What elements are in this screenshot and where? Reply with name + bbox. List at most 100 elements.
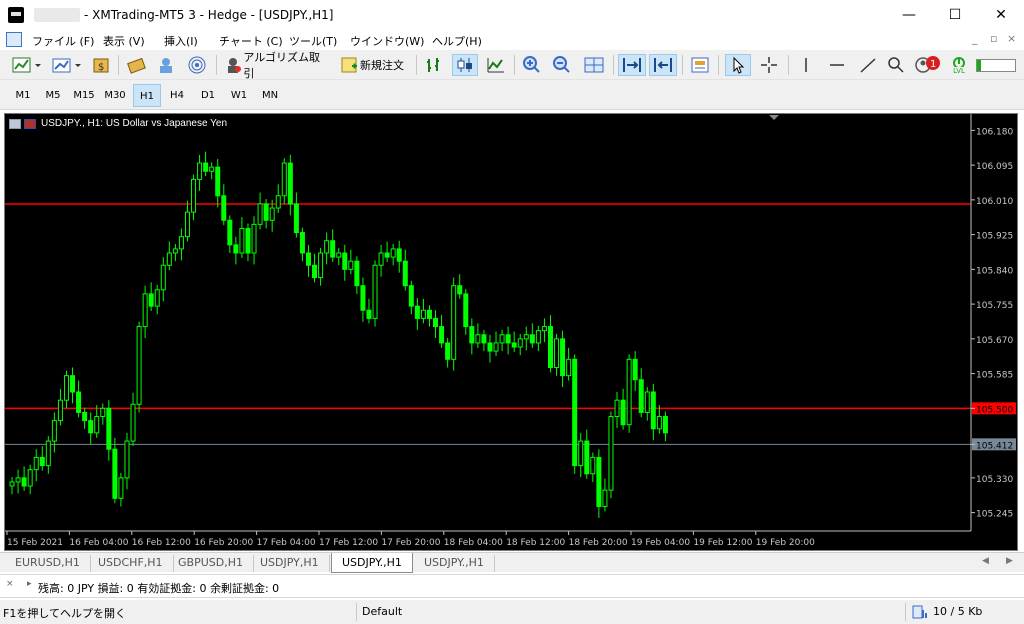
menu-window[interactable]: ウインドウ(W) [350, 33, 424, 49]
candle-body [318, 252, 324, 279]
zoom-out-button[interactable] [550, 54, 574, 76]
flag-icon [24, 118, 36, 129]
tf-d1[interactable]: D1 [194, 84, 222, 107]
tf-h4[interactable]: H4 [163, 84, 191, 107]
market-watch-button[interactable] [125, 54, 149, 76]
notifications-button[interactable]: 1 [912, 54, 942, 76]
tab-usdjpy-dot[interactable]: USDJPY.,H1 [414, 555, 495, 572]
navigator-button[interactable] [155, 54, 179, 76]
status-help-text: F1を押してヘルプを開く [3, 607, 126, 620]
chart-shift-button[interactable] [649, 54, 677, 76]
close-button[interactable]: ✕ [978, 0, 1024, 30]
tile-windows-button[interactable] [581, 54, 607, 76]
bar-chart-button[interactable] [422, 54, 446, 76]
child-minimize-button[interactable]: _ [972, 32, 978, 45]
tab-usdjpy[interactable]: USDJPY,H1 [250, 555, 330, 572]
menu-help[interactable]: ヘルプ(H) [432, 33, 482, 49]
candle-body [620, 399, 626, 426]
price-tick-label: 105.755 [976, 301, 1013, 311]
tab-eurusd[interactable]: EURUSD,H1 [5, 555, 91, 572]
signals-button[interactable] [185, 54, 209, 76]
horizontal-line-tool-button[interactable] [825, 54, 849, 76]
account-summary: 残高: 0 JPY 損益: 0 有効証拠金: 0 余剰証拠金: 0 [38, 582, 280, 595]
tab-gbpusd[interactable]: GBPUSD,H1 [168, 555, 254, 572]
zoom-in-icon [523, 56, 540, 73]
maximize-button[interactable]: ☐ [932, 0, 978, 30]
crosshair-tool-button[interactable] [757, 54, 781, 76]
search-button[interactable] [885, 54, 907, 76]
auto-scroll-icon [623, 58, 641, 72]
signal-level-label: LVL [953, 67, 965, 75]
tf-h1[interactable]: H1 [133, 84, 161, 107]
data-window-button[interactable]: $ [90, 54, 112, 76]
menu-view[interactable]: 表示 (V) [103, 33, 145, 49]
account-number-redacted [34, 8, 80, 22]
menu-tools[interactable]: ツール(T) [289, 33, 337, 49]
candle-body [15, 477, 21, 483]
signal-level-button[interactable]: LVL [946, 54, 972, 76]
candle-body [293, 203, 299, 234]
candlestick-chart-button[interactable] [452, 54, 478, 76]
profiles-button[interactable] [50, 54, 84, 76]
candle-body [70, 375, 76, 393]
tf-m1[interactable]: M1 [9, 84, 37, 107]
chart-window[interactable]: 106.180 106.095 106.010 105.925 105.840 105.7… [4, 113, 1018, 551]
tabs-scroll-right-icon[interactable]: ▶ [1006, 556, 1013, 566]
chart-shift-marker[interactable] [769, 115, 779, 120]
signal-icon [188, 56, 206, 74]
new-order-button[interactable]: 新規注文 [334, 54, 410, 76]
toolbar-separator [118, 55, 119, 75]
cursor-tool-button[interactable] [725, 54, 751, 76]
tf-m15[interactable]: M15 [70, 84, 98, 107]
status-traffic: 10 / 5 Kb [933, 605, 983, 618]
menu-file[interactable]: ファイル (F) [32, 33, 94, 49]
child-restore-button[interactable]: ▫ [990, 32, 997, 45]
candle-body [251, 223, 257, 254]
new-chart-icon [12, 57, 41, 73]
tab-usdchf[interactable]: USDCHF,H1 [88, 555, 174, 572]
candle-body [463, 293, 469, 328]
candle-body [445, 342, 451, 360]
price-tick-label: 105.585 [976, 371, 1013, 381]
child-close-button[interactable]: × [1007, 32, 1016, 45]
candle-body [172, 248, 178, 254]
search-icon [888, 57, 904, 73]
tf-mn[interactable]: MN [256, 84, 284, 107]
menu-chart[interactable]: チャート (C) [219, 33, 283, 49]
status-profile[interactable]: Default [362, 605, 402, 618]
candle-body [33, 456, 39, 471]
candlestick-icon [457, 58, 472, 72]
toolbox-close-icon[interactable]: × [6, 579, 14, 589]
menu-insert[interactable]: 挿入(I) [164, 33, 198, 49]
tf-m5[interactable]: M5 [39, 84, 67, 107]
line-chart-button[interactable] [484, 54, 508, 76]
vertical-line-icon [805, 58, 807, 72]
candle-body [439, 326, 445, 344]
new-chart-button[interactable] [10, 54, 44, 76]
candle-body [535, 330, 541, 344]
tf-m30[interactable]: M30 [101, 84, 129, 107]
expand-arrow-icon[interactable]: ▸ [27, 579, 32, 589]
vertical-line-tool-button[interactable] [795, 54, 817, 76]
candle-body [608, 416, 614, 491]
algo-trading-button[interactable]: アルゴリズム取引 [224, 51, 328, 80]
candle-body [154, 289, 160, 307]
price-tick-label: 106.180 [976, 127, 1013, 137]
zoom-in-button[interactable] [520, 54, 544, 76]
toolbar-separator [682, 55, 683, 75]
price-tick-label: 105.840 [976, 266, 1013, 276]
candle-body [330, 240, 336, 258]
toolbar-separator [788, 55, 789, 75]
tabs-scroll-left-icon[interactable]: ◀ [982, 556, 989, 566]
auto-scroll-button[interactable] [618, 54, 646, 76]
templates-button[interactable] [688, 54, 712, 76]
tab-usdjpy-dot-active[interactable]: USDJPY.,H1 [331, 553, 413, 573]
minimize-button[interactable]: — [886, 0, 932, 30]
trendline-tool-button[interactable] [856, 54, 880, 76]
status-divider [905, 603, 906, 621]
profiles-icon [52, 58, 81, 73]
tf-w1[interactable]: W1 [225, 84, 253, 107]
price-chart[interactable]: 106.180 106.095 106.010 105.925 105.840 105.7… [5, 114, 1017, 550]
candle-body [499, 334, 505, 344]
svg-text:$: $ [98, 62, 104, 73]
